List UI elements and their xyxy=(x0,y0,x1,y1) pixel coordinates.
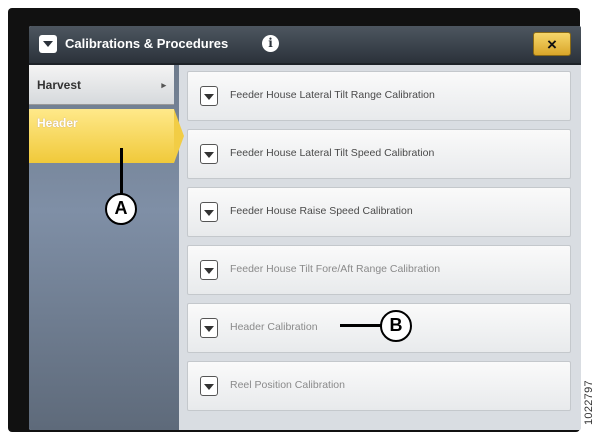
callout-a-leader xyxy=(120,148,123,196)
calibration-icon xyxy=(200,86,218,106)
callout-a: A xyxy=(105,193,137,225)
procedure-label: Feeder House Lateral Tilt Range Calibrat… xyxy=(230,89,435,101)
procedure-label: Feeder House Raise Speed Calibration xyxy=(230,205,413,217)
procedure-lateral-tilt-range[interactable]: Feeder House Lateral Tilt Range Calibrat… xyxy=(187,71,571,121)
calibration-icon xyxy=(200,144,218,164)
callout-b-leader xyxy=(340,324,382,327)
document-number: 1022797 xyxy=(583,380,595,425)
calibration-icon xyxy=(200,260,218,280)
display-screen: Calibrations & Procedures i × Harvest ▸ … xyxy=(29,26,581,430)
sidebar-item-harvest[interactable]: Harvest ▸ xyxy=(29,65,174,105)
procedure-tilt-fore-aft-range[interactable]: Feeder House Tilt Fore/Aft Range Calibra… xyxy=(187,245,571,295)
procedure-label: Feeder House Tilt Fore/Aft Range Calibra… xyxy=(230,263,441,275)
sidebar-item-header[interactable]: Header xyxy=(29,109,184,163)
procedure-reel-position[interactable]: Reel Position Calibration xyxy=(187,361,571,411)
calibration-icon xyxy=(200,376,218,396)
sidebar-item-label: Header xyxy=(37,116,78,130)
calibration-icon xyxy=(200,202,218,222)
sidebar-item-label: Harvest xyxy=(37,78,82,92)
close-button[interactable]: × xyxy=(533,32,571,56)
info-icon[interactable]: i xyxy=(262,35,279,52)
calibration-icon xyxy=(39,35,57,53)
procedure-list: Feeder House Lateral Tilt Range Calibrat… xyxy=(187,71,573,419)
procedure-header-calibration[interactable]: Header Calibration xyxy=(187,303,571,353)
window-titlebar: Calibrations & Procedures i × xyxy=(29,26,581,65)
procedure-raise-speed[interactable]: Feeder House Raise Speed Calibration xyxy=(187,187,571,237)
procedure-label: Header Calibration xyxy=(230,321,318,333)
procedure-label: Reel Position Calibration xyxy=(230,379,345,391)
procedure-label: Feeder House Lateral Tilt Speed Calibrat… xyxy=(230,147,435,159)
chevron-right-icon: ▸ xyxy=(161,80,166,90)
calibration-icon xyxy=(200,318,218,338)
window-title: Calibrations & Procedures xyxy=(65,36,229,51)
callout-b: B xyxy=(380,310,412,342)
sidebar: Harvest ▸ Header xyxy=(29,65,184,430)
procedure-lateral-tilt-speed[interactable]: Feeder House Lateral Tilt Speed Calibrat… xyxy=(187,129,571,179)
